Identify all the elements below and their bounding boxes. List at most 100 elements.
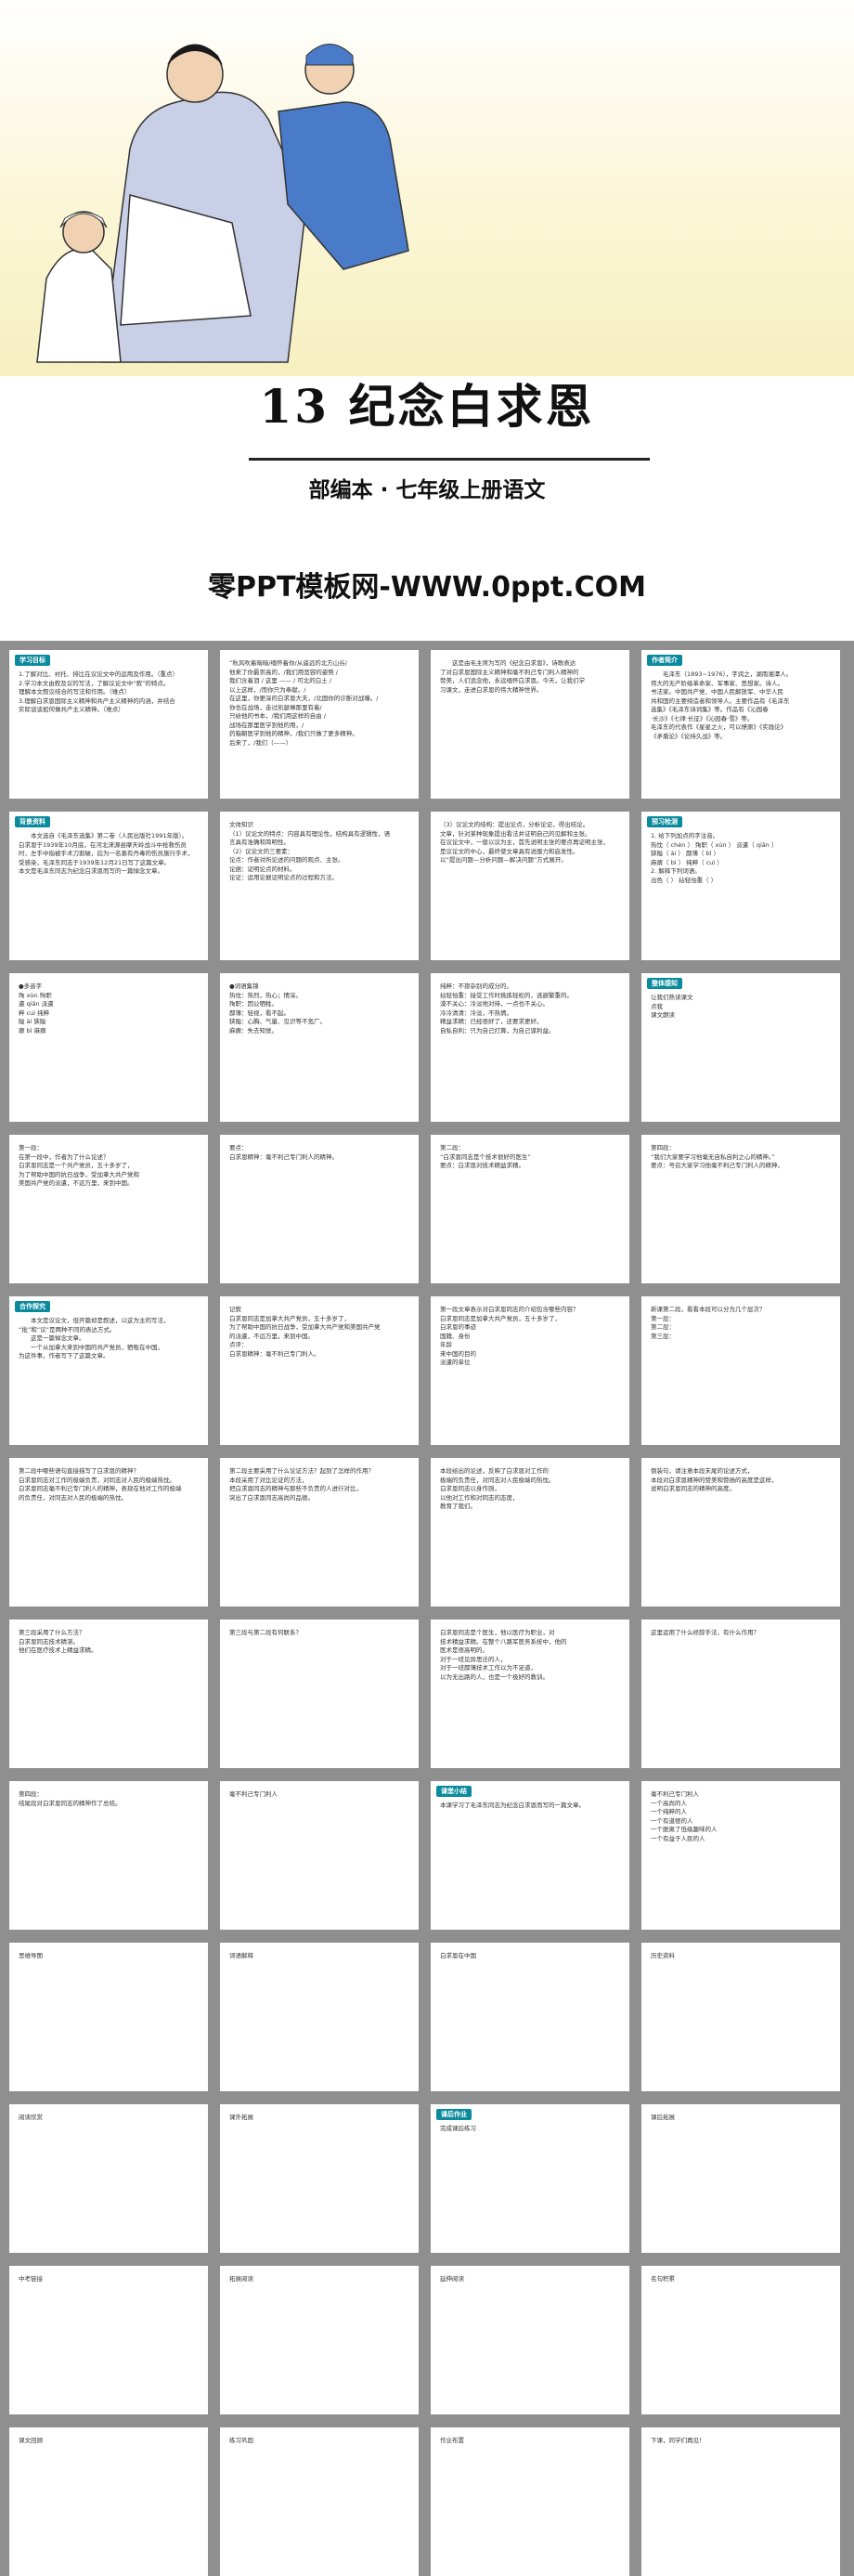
- slide-thumbnail[interactable]: 第二段主要采用了什么论证方法？起到了怎样的作用？ 本段采用了对比论证的方法， 把白求…: [220, 1458, 419, 1607]
- slide-thumbnail[interactable]: 思维导图: [9, 1943, 208, 2091]
- slide-text-line: 选集》《毛泽东诗词集》等。作品有《沁园春: [651, 706, 769, 713]
- slide-text-line: 这里运用了什么修辞手法，有什么作用？: [651, 1629, 759, 1636]
- slide-text-line: 要点：号召大家学习他毫不利己专门利人的精神。: [651, 1162, 783, 1169]
- slide-thumbnail[interactable]: 背景资料 本文选自《毛泽东选集》第二卷（人民出版社1991年版）。 白求恩于193…: [9, 812, 208, 960]
- slide-thumbnail[interactable]: 下课，同学们再见！: [641, 2427, 840, 2576]
- slide-thumbnail[interactable]: 第三段采用了什么方法？ 白求恩同志技术精湛。 他们在医疗技术上精益求精。: [9, 1620, 208, 1768]
- slide-thumbnail[interactable]: 第四段： “我们大家要学习他毫无自私自利之心的精神。” 要点：号召大家学习他毫不利己…: [641, 1135, 840, 1283]
- slide-thumbnail[interactable]: 第三段与第二段有何联系？: [220, 1620, 419, 1768]
- slide-body: （3）议论文的结构：提出论点，分析论证，得出结论。 文章，针对某种现象提出看法并证…: [440, 821, 620, 865]
- slide-text-line: 理解本文叙议结合的写法和作用。（难点）: [19, 688, 131, 696]
- slide-text-line: 只给他的书本，/我们用这样的自由 /: [229, 712, 326, 720]
- slide-text-line: 纯粹：不掺杂别的成分的。: [440, 982, 512, 990]
- slide-text-line: 国籍、身份: [440, 1332, 471, 1340]
- slide-text-line: 第二段中哪些语句直接描写了白求恩的精神？: [19, 1467, 139, 1475]
- slide-thumbnail[interactable]: 历史资料: [641, 1943, 840, 2091]
- slide-body: 要点： 白求恩精神：毫不利己专门利人的精神。: [229, 1144, 409, 1162]
- slide-text-line: 白求恩同志技术精湛。: [19, 1637, 79, 1646]
- slide-thumbnail[interactable]: 毫不利己专门利人: [220, 1781, 419, 1930]
- slide-thumbnail[interactable]: 倒装句，请注意本段末尾的论述方式， 本段对白求恩精神的赞美和赞扬的高度是这样， 说明…: [641, 1458, 840, 1607]
- slide-text-line: 派遣的单位: [440, 1359, 471, 1366]
- slide-text-line: 论据：证明论点的材料。: [229, 865, 296, 873]
- slide-body: 第二段： “白求恩同志是个技术很好的医生” 要点：白求恩对技术精益求精。: [440, 1144, 620, 1171]
- slide-thumbnail[interactable]: 学习目标 1.了解对比、衬托、排比在议论文中的运用及作用。（重点） 2.学习本文由叙…: [9, 650, 208, 799]
- slide-text-line: 毫不利己专门利人: [651, 1790, 699, 1798]
- slide-text-line: 课后拓展: [651, 2114, 675, 2121]
- slide-thumbnail[interactable]: 延伸阅读: [431, 2266, 629, 2414]
- slide-text-line: “秋风吹着暗暗/缅怀着你/从遥远的北方山谷/: [229, 659, 347, 667]
- slide-text-line: 冷冷清清：冷淡，不热情。: [440, 1008, 512, 1017]
- slide-section-tag: 课后作业: [436, 2109, 472, 2120]
- slide-thumbnail[interactable]: 第二段中哪些语句直接描写了白求恩的精神？ 白求恩同志对工作的极端负责，对同志对人民…: [9, 1458, 208, 1607]
- slide-thumbnail[interactable]: 第四段： 结尾段对白求恩同志的精神作了总结。: [9, 1781, 208, 1930]
- slide-thumbnail[interactable]: 课后作业完成课后练习: [431, 2104, 629, 2253]
- slide-body: 思维导图: [19, 1952, 199, 1961]
- slide-thumbnail[interactable]: 拓展阅读: [220, 2266, 419, 2414]
- slide-body: 课后拓展: [651, 2114, 831, 2123]
- slide-thumbnail[interactable]: 整体感知 让我们熟读课文 点我 课文朗读: [641, 973, 840, 1122]
- slide-thumbnail[interactable]: 阅读欣赏: [9, 2104, 208, 2253]
- slide-text-line: 本段对白求恩精神的赞美和赞扬的高度是这样，: [651, 1476, 778, 1484]
- slide-text-line: 战场在那里医学到他的用，/: [229, 721, 304, 729]
- slide-thumbnail[interactable]: 新课第二段，看看本段可以分为几个层次？ 第一层： 第二层： 第三层：: [641, 1296, 840, 1445]
- slide-thumbnail[interactable]: “秋风吹着暗暗/缅怀着你/从遥远的北方山谷/他来了你最崇高的，/我们用宽容的姿势…: [220, 650, 419, 799]
- slide-thumbnail[interactable]: 练习巩固: [220, 2427, 419, 2576]
- slide-thumbnail[interactable]: 名句积累: [641, 2266, 840, 2414]
- slide-text-line: 课外拓展: [229, 2114, 253, 2121]
- slide-thumbnail[interactable]: 这是由毛主席为写的《纪念白求恩》，诗歌表达 了对白求恩国际主义精神和毫不利己专门利…: [431, 650, 629, 799]
- slide-text-line: 漠不关心：冷淡地对待，一点也不关心。: [440, 1000, 549, 1008]
- slide-body: 完成课后练习: [440, 2125, 620, 2134]
- slide-thumbnail[interactable]: ●词语集锦 热忱：热烈，热心；情深。 殉职：因公牺牲。 鄙薄：轻视，看不起。 狭隘：心胸…: [220, 973, 419, 1122]
- slide-text-line: 新课第二段，看看本段可以分为几个层次？: [651, 1306, 766, 1313]
- slide-thumbnail[interactable]: 第一段文章表示对白求恩同志的介绍包含哪些内容？ 白求恩同志是加拿大共产党员，五十多…: [431, 1296, 629, 1445]
- slide-thumbnail[interactable]: 本段给出的论述，反映了白求恩对工作的 极端的负责任，对同志对人民极端的热忱。 白求恩…: [431, 1458, 629, 1607]
- slide-text-line: 毛泽东（1893~1976），字润之，湖南湘潭人。: [651, 670, 793, 678]
- slide-thumbnail[interactable]: 记叙 白求恩同志是加拿大共产党员，五十多岁了， 为了帮助中国的抗日战争，受加拿大共产…: [220, 1296, 419, 1445]
- slide-thumbnail[interactable]: 词语解释: [220, 1943, 419, 2091]
- slide-text-line: 实际谈谈如何做共产主义精神。（难点）: [19, 706, 124, 713]
- slide-text-line: 赞美，人们追念他，永远缅怀白求恩。今天，让我们学: [440, 677, 585, 684]
- slide-body: 词语解释: [229, 1952, 409, 1961]
- slide-text-line: 要点：白求恩对技术精益求精。: [440, 1162, 524, 1169]
- slide-text-line: 把白求恩同志的精神与那些不负责的人进行对比，: [229, 1485, 362, 1492]
- slide-text-line: 课文朗读: [651, 1011, 675, 1019]
- slide-thumbnail[interactable]: 预习检测 1. 给下列加点的字注音。 热忱（ chén ） 殉职（ xùn ） 派遣…: [641, 812, 840, 960]
- slide-text-line: 一个有益于人民的人: [651, 1834, 705, 1842]
- slide-text-line: 点我: [651, 1002, 663, 1010]
- slide-body: 中考链接: [19, 2275, 199, 2284]
- slide-body: 拓展阅读: [229, 2275, 409, 2284]
- slide-thumbnail[interactable]: 课外拓展: [220, 2104, 419, 2253]
- slide-thumbnail[interactable]: 课文回顾: [9, 2427, 208, 2576]
- slide-thumbnail[interactable]: 作业布置: [431, 2427, 629, 2576]
- slide-thumbnail[interactable]: 纯粹：不掺杂别的成分的。 拈轻怕重：接受工作时挑拣轻松的，逃避繁重的。 漠不关心：冷…: [431, 973, 629, 1122]
- slide-text-line: 第一段：: [19, 1144, 43, 1151]
- slide-thumbnail[interactable]: 作者简介 毛泽东（1893~1976），字润之，湖南湘潭人。 伟大的无产阶级革命家…: [641, 650, 840, 799]
- slide-text-line: 论点：作者对所论述的问题的观点、主张。: [229, 856, 344, 864]
- slide-thumbnail[interactable]: （3）议论文的结构：提出论点，分析论证，得出结论。 文章，针对某种现象提出看法并证…: [431, 812, 629, 960]
- slide-text-line: 技术精益求精。在整个八路军医务系统中，他的: [440, 1637, 567, 1646]
- slide-text-line: 白求恩同志毫不利己专门利人的精神，表现在他对工作的极端: [19, 1485, 182, 1492]
- slide-body: 白求恩在中国: [440, 1952, 620, 1961]
- slide-text-line: （2）议论文的三要素：: [229, 847, 294, 855]
- slide-thumbnail[interactable]: 第二段： “白求恩同志是个技术很好的医生” 要点：白求恩对技术精益求精。: [431, 1135, 629, 1283]
- slide-thumbnail[interactable]: 毫不利己专门利人 一个高尚的人 一个纯粹的人 一个有道德的人 一个脱离了低级趣味的人 一个…: [641, 1781, 840, 1930]
- slide-text-line: 第四段：: [651, 1144, 675, 1151]
- slide-thumbnail[interactable]: 要点： 白求恩精神：毫不利己专门利人的精神。: [220, 1135, 419, 1283]
- slide-text-line: 殉职：因公牺牲。: [229, 1000, 278, 1008]
- slide-thumbnail[interactable]: 这里运用了什么修辞手法，有什么作用？: [641, 1620, 840, 1768]
- slide-thumbnail[interactable]: 白求恩在中国: [431, 1943, 629, 2091]
- slide-thumbnail[interactable]: 课后拓展: [641, 2104, 840, 2253]
- slide-thumbnail[interactable]: 课堂小结 本课学习了毛泽东同志为纪念白求恩而写的一篇文章。: [431, 1781, 629, 1930]
- slide-thumbnail[interactable]: 第一段： 在第一段中，作者为了什么论述？ 白求恩同志是一个共产党员，五十多岁了， 为了…: [9, 1135, 208, 1283]
- slide-body: 本文选自《毛泽东选集》第二卷（人民出版社1991年版）。 白求恩于1939年10月…: [19, 832, 199, 877]
- slide-thumbnail[interactable]: 文体知识 （1）议论文的特点：内容具有理论性，结构具有逻辑性，语 言具有准确和简明性…: [220, 812, 419, 960]
- slide-text-line: 在第一段中，作者为了什么论述？: [19, 1152, 110, 1161]
- slide-text-line: （1）议论文的特点：内容具有理论性，结构具有逻辑性，语: [229, 829, 391, 838]
- slide-thumbnail[interactable]: ●多音字殉 xùn 殉职遣 qiǎn 派遣粹 cuì 纯粹隘 ài 狭隘痹 bì…: [9, 973, 208, 1122]
- slide-text-line: ●多音字: [19, 982, 43, 990]
- slide-thumbnail[interactable]: 白求恩同志是个医生，他以医疗为职业，对 技术精益求精。在整个八路军医务系统中，他的…: [431, 1620, 629, 1768]
- slide-thumbnail[interactable]: 中考链接: [9, 2266, 208, 2414]
- slide-thumbnail[interactable]: 合作探究 本文是议论文，但开篇却是叙述，以这为主的写法， “批”和“议”是两种不同…: [9, 1296, 208, 1445]
- slide-text-line: 阅读欣赏: [19, 2114, 43, 2121]
- slide-text-line: 了对白求恩国际主义精神和毫不利己专门利人精神的: [440, 668, 579, 676]
